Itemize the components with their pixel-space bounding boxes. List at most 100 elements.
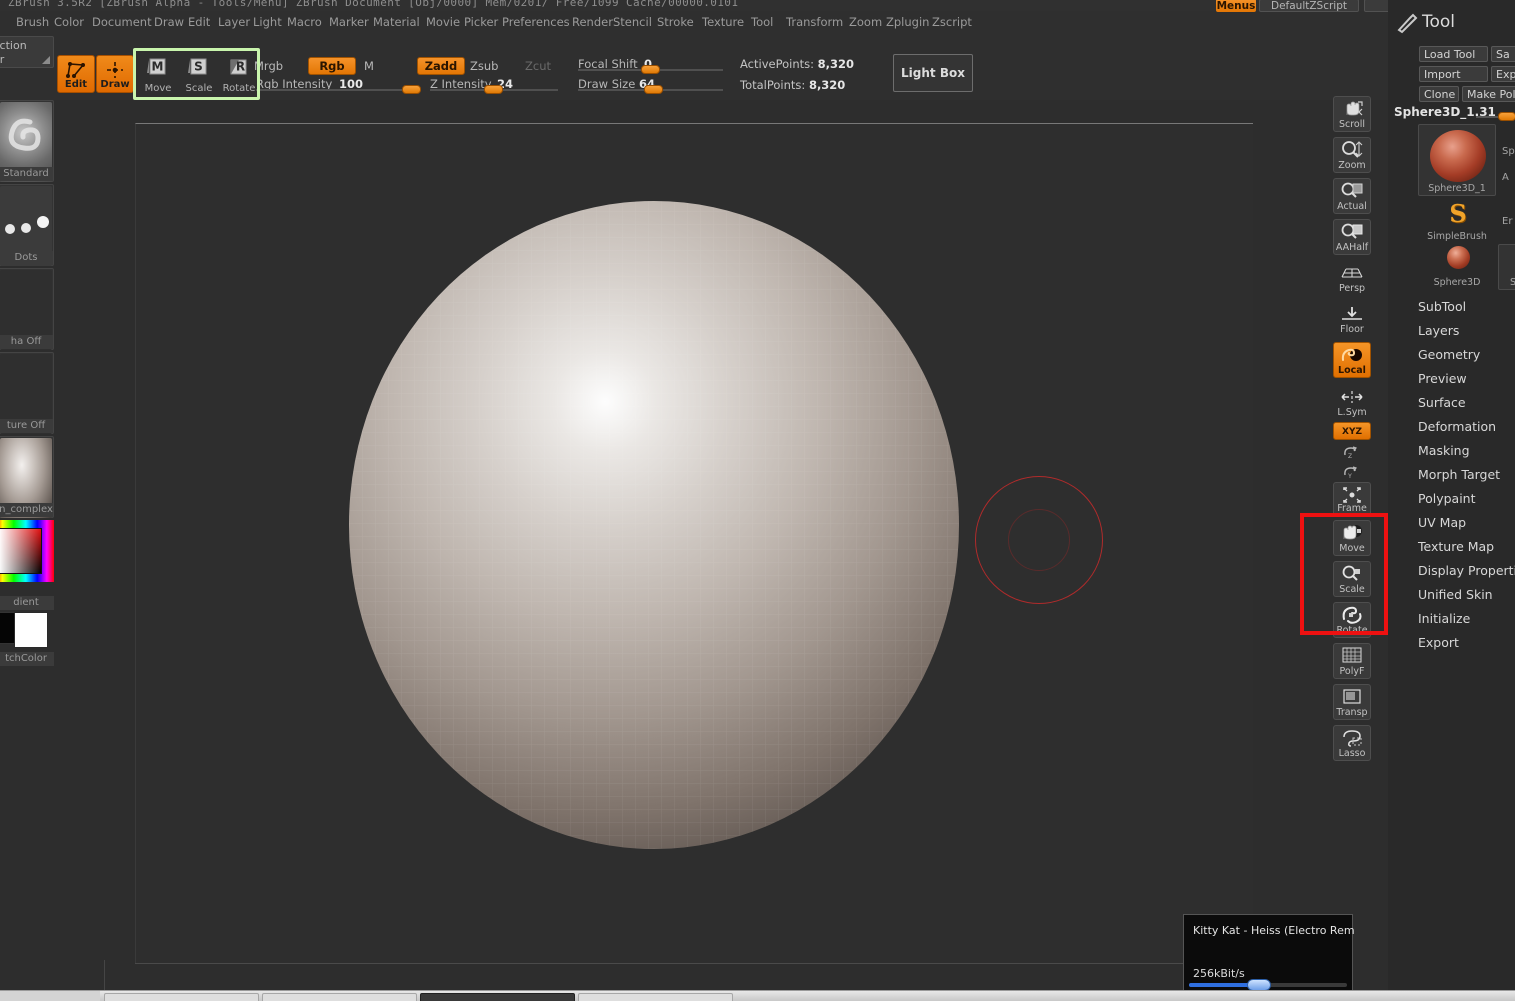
os-taskbar[interactable] <box>0 990 1515 1001</box>
rgb-intensity-slider[interactable] <box>256 81 421 97</box>
right-toolbar-lasso-button[interactable]: Lasso <box>1333 725 1371 761</box>
make-polymesh-button[interactable]: Make Poly <box>1462 86 1515 102</box>
menu-zscript[interactable]: Zscript <box>928 14 976 31</box>
sphere-3d-model[interactable] <box>349 201 959 849</box>
current-material-swatch[interactable]: n_complex <box>0 436 54 518</box>
tool-thumb-simplebrush[interactable]: S SimpleBrush <box>1418 198 1496 244</box>
zcut-label[interactable]: Zcut <box>525 59 551 73</box>
rgb-toggle[interactable]: Rgb <box>308 57 356 75</box>
menu-stroke[interactable]: Stroke <box>653 14 698 31</box>
menu-draw[interactable]: Draw <box>150 14 188 31</box>
focal-shift-slider[interactable] <box>578 61 723 77</box>
load-tool-button[interactable]: Load Tool <box>1419 46 1488 62</box>
right-toolbar-rotz-button[interactable]: Z <box>1333 442 1371 460</box>
menu-macro[interactable]: Macro <box>283 14 326 31</box>
right-toolbar-aahalf-button[interactable]: AAHalf <box>1333 219 1371 255</box>
tool-section-morph-target[interactable]: Morph Target <box>1418 465 1500 485</box>
edit-button[interactable]: Edit <box>57 55 95 93</box>
menu-movie[interactable]: Movie <box>422 14 464 31</box>
move-button[interactable]: M Move <box>139 54 177 94</box>
draw-size-slider[interactable] <box>578 81 723 97</box>
zsub-label[interactable]: Zsub <box>470 59 498 73</box>
tool-section-export[interactable]: Export <box>1418 633 1459 653</box>
clone-tool-button[interactable]: Clone <box>1419 86 1459 102</box>
playback-progress-bar[interactable] <box>1189 983 1347 987</box>
menu-edit[interactable]: Edit <box>184 14 214 31</box>
tool-thumb-sphere3d[interactable]: Sphere3D <box>1418 244 1496 290</box>
tool-section-unified-skin[interactable]: Unified Skin <box>1418 585 1493 605</box>
right-toolbar-frame-button[interactable]: Frame <box>1333 482 1371 516</box>
tool-section-preview[interactable]: Preview <box>1418 369 1467 389</box>
draw-size-knob[interactable] <box>644 85 663 94</box>
scale-button[interactable]: S Scale <box>180 54 218 94</box>
save-tool-button[interactable]: Sa <box>1491 46 1515 62</box>
menu-preferences[interactable]: Preferences <box>498 14 574 31</box>
menu-picker[interactable]: Picker <box>460 14 502 31</box>
tool-section-geometry[interactable]: Geometry <box>1418 345 1480 365</box>
right-toolbar-polyf-button[interactable]: PolyF <box>1333 643 1371 679</box>
primary-color-swatch[interactable] <box>14 612 48 648</box>
menu-material[interactable]: Material <box>369 14 424 31</box>
m-label[interactable]: M <box>364 59 374 73</box>
default-zscript-button[interactable]: DefaultZScript <box>1259 0 1359 12</box>
right-toolbar-actual-button[interactable]: Actual <box>1333 178 1371 214</box>
taskbar-start-area[interactable] <box>0 991 100 1001</box>
tool-section-layers[interactable]: Layers <box>1418 321 1459 341</box>
taskbar-item-3-active[interactable] <box>420 993 575 1001</box>
right-toolbar-floor-button[interactable]: Floor <box>1333 301 1371 337</box>
menu-marker[interactable]: Marker <box>325 14 373 31</box>
tool-section-initialize[interactable]: Initialize <box>1418 609 1470 629</box>
taskbar-item-2[interactable] <box>262 993 417 1001</box>
right-toolbar-transp-button[interactable]: Transp <box>1333 684 1371 720</box>
projection-master-button[interactable]: ojection ster <box>0 36 54 68</box>
current-texture-swatch[interactable]: ture Off <box>0 352 54 434</box>
draw-button[interactable]: Draw <box>96 55 134 93</box>
rgb-intensity-knob[interactable] <box>402 85 421 94</box>
current-alpha-swatch[interactable]: ha Off <box>0 268 54 350</box>
tool-section-surface[interactable]: Surface <box>1418 393 1466 413</box>
tool-section-uv-map[interactable]: UV Map <box>1418 513 1466 533</box>
right-toolbar-zoom-button[interactable]: Zoom <box>1333 137 1371 173</box>
color-sv-square[interactable] <box>0 528 42 574</box>
light-box-button[interactable]: Light Box <box>893 54 973 92</box>
tool-section-polypaint[interactable]: Polypaint <box>1418 489 1476 509</box>
right-toolbar-rotate-button[interactable]: Rotate <box>1333 602 1371 638</box>
media-player-notification[interactable]: Kitty Kat - Heiss (Electro Rem 256kBit/s <box>1183 914 1353 996</box>
menu-transform[interactable]: Transform <box>782 14 847 31</box>
menus-button[interactable]: Menus <box>1216 0 1256 12</box>
right-toolbar-roty-button[interactable]: Y <box>1333 462 1371 480</box>
menu-brush[interactable]: Brush <box>12 14 53 31</box>
color-swatches[interactable]: tchColor <box>0 612 54 662</box>
tool-section-masking[interactable]: Masking <box>1418 441 1470 461</box>
menu-zplugin[interactable]: Zplugin <box>882 14 933 31</box>
z-intensity-knob[interactable] <box>484 85 503 94</box>
taskbar-item-4[interactable] <box>578 993 733 1001</box>
focal-shift-knob[interactable] <box>641 65 660 74</box>
right-toolbar-xyz-button[interactable]: XYZ <box>1333 422 1371 440</box>
current-brush-swatch[interactable]: Standard <box>0 100 54 182</box>
right-toolbar-scroll-button[interactable]: Scroll <box>1333 96 1371 132</box>
right-toolbar-persp-button[interactable]: Persp <box>1333 260 1371 296</box>
zadd-toggle[interactable]: Zadd <box>417 57 465 75</box>
export-tool-button[interactable]: Exp <box>1491 66 1515 82</box>
z-intensity-slider[interactable] <box>430 81 558 97</box>
menu-tool[interactable]: Tool <box>747 14 777 31</box>
current-stroke-swatch[interactable]: Dots <box>0 184 54 266</box>
document-canvas[interactable] <box>135 123 1253 963</box>
tool-scroll-slider[interactable] <box>1476 112 1515 122</box>
menu-document[interactable]: Document <box>88 14 156 31</box>
color-picker[interactable]: dient <box>0 520 54 596</box>
right-toolbar-move-button[interactable]: Move <box>1333 520 1371 556</box>
menu-zoom[interactable]: Zoom <box>845 14 886 31</box>
tool-section-texture-map[interactable]: Texture Map <box>1418 537 1494 557</box>
menu-light[interactable]: Light <box>249 14 286 31</box>
rotate-button[interactable]: R Rotate <box>220 54 258 94</box>
mrgb-label[interactable]: Mrgb <box>254 59 283 73</box>
menu-texture[interactable]: Texture <box>698 14 748 31</box>
tool-scroll-knob[interactable] <box>1498 112 1515 121</box>
tool-thumb-sphere3d-1[interactable]: Sphere3D_1 <box>1418 124 1496 196</box>
right-toolbar-local-button[interactable]: Local <box>1333 342 1371 378</box>
tool-section-display-properti[interactable]: Display Properti <box>1418 561 1515 581</box>
right-toolbar-scale-button[interactable]: Scale <box>1333 561 1371 597</box>
menu-color[interactable]: Color <box>50 14 88 31</box>
